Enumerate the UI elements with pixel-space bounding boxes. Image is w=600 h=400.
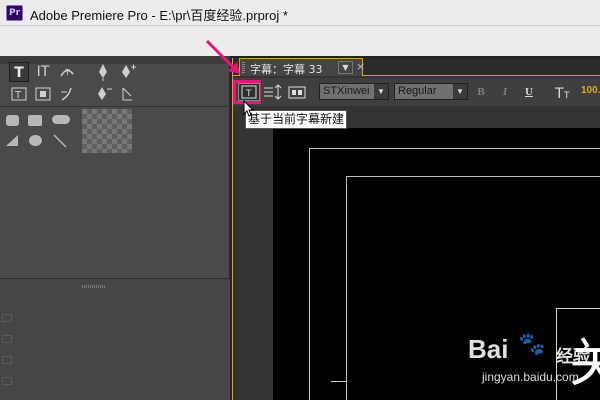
new-title-based-on-current-button[interactable]: T [238,83,260,101]
convert-anchor-point-icon[interactable] [117,84,137,104]
wedge-tool-icon[interactable] [6,135,18,146]
area-type-tool-icon[interactable]: T [9,84,29,104]
type-tool-icon[interactable]: T [9,62,29,82]
annotation-arrow-icon [205,39,240,74]
tab-label: 字幕：字幕 33 [250,63,323,76]
pen-tool-icon[interactable] [93,62,113,82]
window-title: Adobe Premiere Pro - E:\pr\百度经验.prproj * [30,8,288,23]
bold-button[interactable]: B [474,84,488,100]
menu-area [0,27,600,56]
italic-button[interactable]: I [498,84,512,100]
rectangle-tool-icon[interactable] [28,115,42,126]
rounded-corner-rectangle-tool-icon[interactable] [52,115,70,124]
watermark-brand: Bai [468,334,509,364]
svg-text:T: T [14,90,22,101]
watermark-brand-suffix: 经验 [556,347,590,367]
font-style-value: Regular [398,85,437,97]
baidu-jingyan-watermark: Bai 🐾 经验 jingyan.baidu.com [468,330,598,400]
paw-icon: 🐾 [518,332,546,357]
center-marker [331,381,347,382]
roll-crawl-options-icon[interactable] [262,83,284,101]
font-size-value[interactable]: 100. [581,85,600,96]
divider [0,106,230,107]
title-bar: Pr Adobe Premiere Pro - E:\pr\百度经验.prpro… [0,0,600,26]
align-icon[interactable] [2,356,12,364]
watermark-url: jingyan.baidu.com [482,370,579,384]
premiere-pro-logo-icon: Pr [6,5,23,21]
title-toolbar: T STXinwei ▼ Regular ▼ B I U TT 100. [233,78,600,106]
panel-menu-button[interactable]: ▼ [338,61,353,74]
svg-text:T: T [554,86,564,101]
tab-bar: 字幕：字幕 33 ▼ × [233,58,600,76]
mouse-cursor-icon [243,100,255,117]
font-size-icon: TT [554,83,574,102]
tab-title-editor[interactable]: 字幕：字幕 33 ▼ × [239,58,365,76]
font-family-select[interactable]: STXinwei ▼ [319,83,389,100]
svg-text:T: T [563,91,570,101]
add-anchor-point-icon[interactable] [117,62,137,82]
vertical-path-type-tool-icon[interactable] [57,84,77,104]
delete-anchor-point-icon[interactable] [93,84,113,104]
font-family-value: STXinwei [323,85,370,97]
svg-text:T: T [245,89,252,99]
path-type-tool-icon[interactable]: T [57,62,77,82]
close-icon[interactable]: × [356,60,365,73]
align-icon[interactable] [2,314,12,322]
svg-text:T: T [64,68,70,77]
chevron-down-icon: ▼ [374,84,388,99]
alignment-panel [0,278,230,400]
underline-button[interactable]: U [522,84,536,100]
templates-icon[interactable] [286,83,308,101]
font-style-select[interactable]: Regular ▼ [394,83,468,100]
chevron-down-icon: ▼ [453,84,467,99]
ellipse-tool-icon[interactable] [29,135,42,146]
title-tools-panel: T IT T T [0,56,230,400]
align-icon[interactable] [2,377,12,385]
vertical-area-type-tool-icon[interactable] [33,84,53,104]
tooltip: 基于当前字幕新建 [245,110,347,129]
align-icon[interactable] [2,335,12,343]
rounded-rectangle-tool-icon[interactable] [6,115,19,126]
title-preview-thumbnail [82,109,132,153]
vertical-type-tool-icon[interactable]: IT [33,62,53,82]
line-tool-icon[interactable] [52,133,68,149]
panel-resize-grip[interactable] [82,285,106,288]
